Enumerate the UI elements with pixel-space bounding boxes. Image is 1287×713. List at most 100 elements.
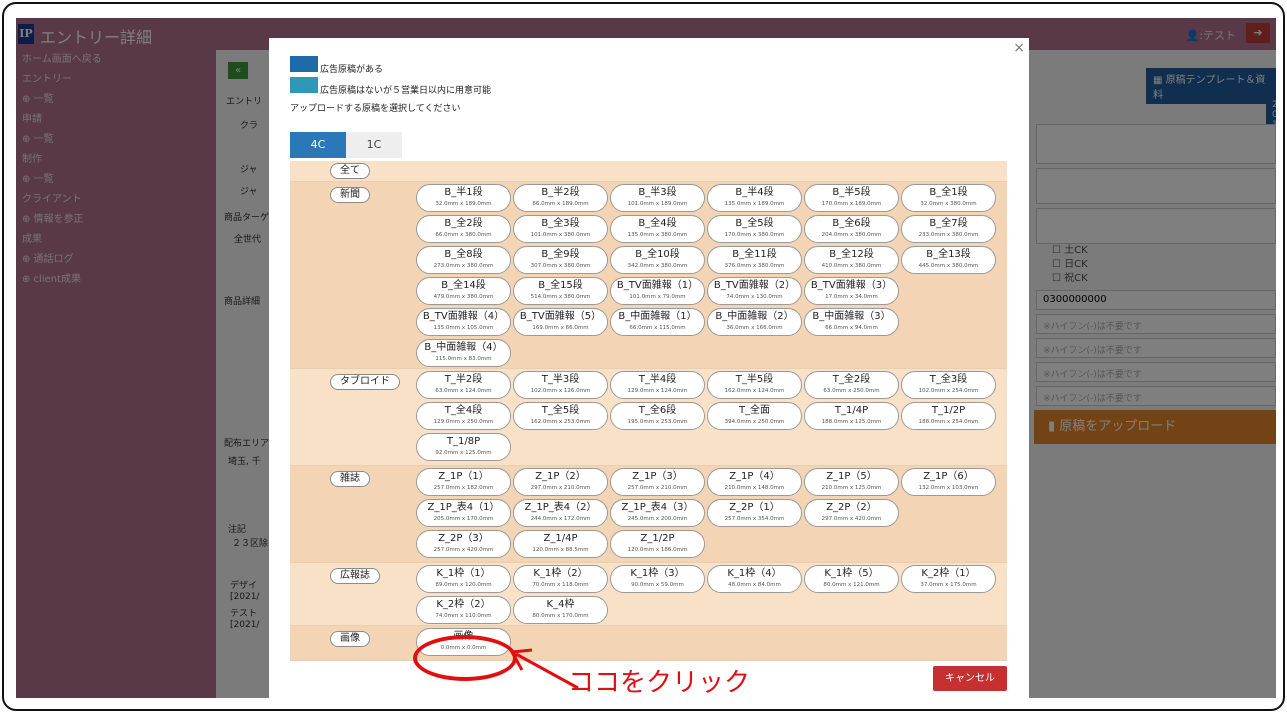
size-option-name: T_1/8P xyxy=(446,436,481,447)
size-option-button[interactable]: B_全3段 101.0mm x 380.0mm xyxy=(513,215,608,243)
size-option-button[interactable]: B_半2段 66.0mm x 189.0mm xyxy=(513,184,608,212)
category-newspaper-button[interactable]: 新聞 xyxy=(330,187,370,203)
size-option-dimensions: 132.0mm x 103.0mm xyxy=(918,485,979,491)
size-option-button[interactable]: B_TV面雑報（4） 135.0mm x 105.0mm xyxy=(416,308,511,336)
category-row: タブロイド T_半2段 63.0mm x 124.0mm T_半3段 102.0mm x… xyxy=(290,369,1007,466)
size-option-button[interactable]: T_半4段 129.0mm x 124.0mm xyxy=(610,371,705,399)
size-option-button[interactable]: K_4枠 80.0mm x 170.0mm xyxy=(513,596,608,624)
size-option-dimensions: 188.0mm x 254.0mm xyxy=(918,419,979,425)
size-option-button[interactable]: K_2枠（2） 74.0mm x 110.0mm xyxy=(416,596,511,624)
size-option-button[interactable]: B_半1段 32.0mm x 189.0mm xyxy=(416,184,511,212)
size-option-button[interactable]: B_全14段 479.0mm x 380.0mm xyxy=(416,277,511,305)
size-option-button[interactable]: B_中面雑報（1） 66.0mm x 115.0mm xyxy=(610,308,705,336)
category-row: 画像 画像 0.0mm x 0.0mm xyxy=(290,626,1007,661)
size-option-button[interactable]: B_半3段 101.0mm x 189.0mm xyxy=(610,184,705,212)
size-option-button[interactable]: B_全7段 233.0mm x 380.0mm xyxy=(901,215,996,243)
size-option-button[interactable]: K_1枠（2） 70.0mm x 118.0mm xyxy=(513,565,608,593)
size-option-button[interactable]: B_全8段 273.0mm x 380.0mm xyxy=(416,246,511,274)
size-option-button[interactable]: T_1/8P 92.0mm x 125.0mm xyxy=(416,433,511,461)
size-option-button[interactable]: B_全12段 410.0mm x 380.0mm xyxy=(804,246,899,274)
size-option-name: T_1/4P xyxy=(834,405,869,416)
size-option-button[interactable]: Z_2P（2） 297.0mm x 420.0mm xyxy=(804,499,899,527)
size-option-button[interactable]: T_全2段 63.0mm x 250.0mm xyxy=(804,371,899,399)
size-option-button[interactable]: B_TV面雑報（1） 101.0mm x 79.0mm xyxy=(610,277,705,305)
size-option-button[interactable]: B_全5段 170.0mm x 380.0mm xyxy=(707,215,802,243)
size-option-button[interactable]: B_全11段 376.0mm x 380.0mm xyxy=(707,246,802,274)
size-option-button[interactable]: Z_1P_表4（1） 205.0mm x 170.0mm xyxy=(416,499,511,527)
size-option-button[interactable]: T_1/2P 188.0mm x 254.0mm xyxy=(901,402,996,430)
size-option-button[interactable]: Z_1/2P 120.0mm x 186.0mm xyxy=(610,530,705,558)
size-option-button[interactable]: T_半5段 162.0mm x 124.0mm xyxy=(707,371,802,399)
size-option-button[interactable]: Z_1P（6） 132.0mm x 103.0mm xyxy=(901,468,996,496)
category-pr-button[interactable]: 広報誌 xyxy=(330,568,380,584)
category-tabloid-button[interactable]: タブロイド xyxy=(330,374,400,390)
size-option-button[interactable]: B_TV面雑報（3） 17.0mm x 34.0mm xyxy=(804,277,899,305)
size-option-button[interactable]: B_半5段 170.0mm x 189.0mm xyxy=(804,184,899,212)
size-option-button[interactable]: K_1枠（1） 89.0mm x 120.0mm xyxy=(416,565,511,593)
tab-1c[interactable]: 1C xyxy=(346,132,402,158)
size-option-button[interactable]: Z_1P_表4（2） 244.0mm x 172.0mm xyxy=(513,499,608,527)
size-option-button[interactable]: T_全3段 102.0mm x 254.0mm xyxy=(901,371,996,399)
category-image-button[interactable]: 画像 xyxy=(330,631,370,647)
size-option-button[interactable]: B_全13段 445.0mm x 380.0mm xyxy=(901,246,996,274)
category-grid: 全て 新聞 B_半1段 32.0mm x 189.0mm B_半2段 66.0mm x … xyxy=(290,161,1007,661)
size-option-button[interactable]: B_全1段 32.0mm x 380.0mm xyxy=(901,184,996,212)
size-option-dimensions: 162.0mm x 253.0mm xyxy=(530,419,591,425)
size-option-button[interactable]: T_全5段 162.0mm x 253.0mm xyxy=(513,402,608,430)
size-option-button[interactable]: T_全面 394.0mm x 250.0mm xyxy=(707,402,802,430)
upload-modal: × 広告原稿がある 広告原稿はないが５営業日以内に用意可能 アップロードする原稿を… xyxy=(269,38,1029,698)
size-option-dimensions: 297.0mm x 420.0mm xyxy=(821,516,882,522)
size-option-button[interactable]: Z_2P（1） 257.0mm x 354.0mm xyxy=(707,499,802,527)
size-option-button[interactable]: T_全4段 129.0mm x 250.0mm xyxy=(416,402,511,430)
size-option-dimensions: 101.0mm x 79.0mm xyxy=(629,294,686,300)
size-option-button[interactable]: Z_1P（5） 210.0mm x 125.0mm xyxy=(804,468,899,496)
size-option-dimensions: 204.0mm x 380.0mm xyxy=(821,232,882,238)
size-option-button[interactable]: B_TV面雑報（2） 74.0mm x 130.0mm xyxy=(707,277,802,305)
size-option-button[interactable]: B_中面雑報（4） 115.0mm x 83.0mm xyxy=(416,339,511,367)
size-option-button[interactable]: Z_1P（3） 257.0mm x 210.0mm xyxy=(610,468,705,496)
size-option-button[interactable]: Z_1P_表4（3） 245.0mm x 200.0mm xyxy=(610,499,705,527)
tab-4c[interactable]: 4C xyxy=(290,132,346,158)
size-option-button[interactable]: B_全9段 307.0mm x 380.0mm xyxy=(513,246,608,274)
size-option-dimensions: 169.0mm x 66.0mm xyxy=(532,325,589,331)
size-option-button[interactable]: B_全6段 204.0mm x 380.0mm xyxy=(804,215,899,243)
category-magazine-button[interactable]: 雑誌 xyxy=(330,471,370,487)
size-option-name: B_全10段 xyxy=(635,249,680,260)
size-option-name: B_半2段 xyxy=(541,187,580,198)
size-option-button[interactable]: T_半3段 102.0mm x 126.0mm xyxy=(513,371,608,399)
size-option-button[interactable]: K_1枠（4） 48.0mm x 84.0mm xyxy=(707,565,802,593)
size-option-name: K_2枠（2） xyxy=(436,599,491,610)
size-option-dimensions: 102.0mm x 126.0mm xyxy=(530,388,591,394)
category-all-button[interactable]: 全て xyxy=(330,163,370,179)
size-option-button[interactable]: T_1/4P 188.0mm x 125.0mm xyxy=(804,402,899,430)
size-option-name: K_1枠（4） xyxy=(727,568,782,579)
size-option-dimensions: 66.0mm x 94.0mm xyxy=(825,325,878,331)
size-option-dimensions: 89.0mm x 120.0mm xyxy=(435,582,492,588)
size-option-button[interactable]: B_TV面雑報（5） 169.0mm x 66.0mm xyxy=(513,308,608,336)
size-option-button[interactable]: B_全2段 66.0mm x 380.0mm xyxy=(416,215,511,243)
size-option-button[interactable]: B_中面雑報（2） 36.0mm x 166.0mm xyxy=(707,308,802,336)
size-option-button[interactable]: K_2枠（1） 37.0mm x 175.0mm xyxy=(901,565,996,593)
size-option-button[interactable]: B_半4段 135.0mm x 189.0mm xyxy=(707,184,802,212)
size-option-name: Z_1P（3） xyxy=(632,471,683,482)
size-option-button[interactable]: B_全10段 342.0mm x 380.0mm xyxy=(610,246,705,274)
close-icon[interactable]: × xyxy=(1013,40,1025,56)
cancel-button[interactable]: キャンセル xyxy=(933,666,1007,691)
size-option-name: B_全15段 xyxy=(538,280,583,291)
category-row: 雑誌 Z_1P（1） 257.0mm x 182.0mm Z_1P（2） 297.0mm… xyxy=(290,466,1007,563)
size-option-button[interactable]: B_中面雑報（3） 66.0mm x 94.0mm xyxy=(804,308,899,336)
size-option-dimensions: 120.0mm x 88.5mm xyxy=(532,547,589,553)
size-option-button[interactable]: T_全6段 195.0mm x 253.0mm xyxy=(610,402,705,430)
size-option-button[interactable]: Z_2P（3） 257.0mm x 420.0mm xyxy=(416,530,511,558)
size-option-button[interactable]: B_全15段 514.0mm x 380.0mm xyxy=(513,277,608,305)
size-option-button[interactable]: B_全4段 135.0mm x 380.0mm xyxy=(610,215,705,243)
size-option-button[interactable]: T_半2段 63.0mm x 124.0mm xyxy=(416,371,511,399)
size-option-dimensions: 257.0mm x 420.0mm xyxy=(433,547,494,553)
size-option-button[interactable]: K_1枠（5） 80.0mm x 121.0mm xyxy=(804,565,899,593)
size-option-button[interactable]: Z_1/4P 120.0mm x 88.5mm xyxy=(513,530,608,558)
size-option-button[interactable]: Z_1P（1） 257.0mm x 182.0mm xyxy=(416,468,511,496)
size-option-name: B_TV面雑報（4） xyxy=(422,311,505,322)
size-option-button[interactable]: Z_1P（2） 297.0mm x 210.0mm xyxy=(513,468,608,496)
size-option-button[interactable]: K_1枠（3） 90.0mm x 59.0mm xyxy=(610,565,705,593)
size-option-button[interactable]: Z_1P（4） 210.0mm x 148.0mm xyxy=(707,468,802,496)
